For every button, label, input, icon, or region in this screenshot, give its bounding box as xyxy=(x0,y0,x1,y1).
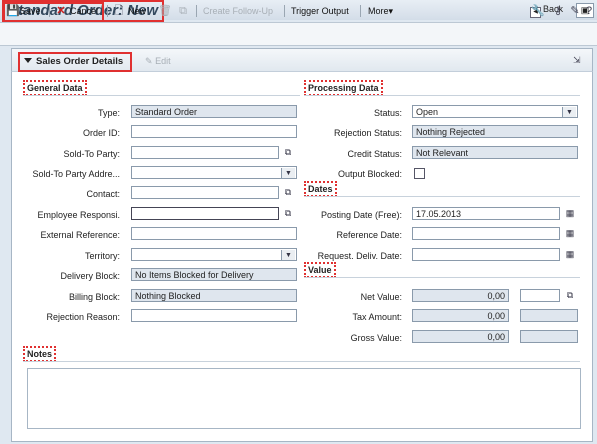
section-divider xyxy=(304,95,580,96)
rejection-reason-label: Rejection Reason: xyxy=(46,312,120,322)
new-button[interactable]: New xyxy=(128,4,146,18)
toolbar-divider xyxy=(284,5,285,17)
credit-status-label: Credit Status: xyxy=(347,149,402,159)
dropdown-arrow-icon: ▼ xyxy=(281,250,295,260)
gross-value-field: 0,00 xyxy=(412,330,509,343)
save-button[interactable]: Save xyxy=(20,4,41,18)
billing-block-label: Billing Block: xyxy=(68,292,120,302)
tax-amount-label: Tax Amount: xyxy=(352,312,402,322)
sold-to-address-label: Sold-To Party Addre... xyxy=(32,169,120,179)
order-id-label: Order ID: xyxy=(82,128,120,138)
toolbar-divider xyxy=(49,5,50,17)
key-icon[interactable]: ⚷ xyxy=(551,4,565,18)
posting-date-input[interactable]: 17.05.2013 xyxy=(412,207,560,220)
status-value: Open xyxy=(416,107,439,117)
sales-order-details-toggle[interactable]: Sales Order Details xyxy=(18,52,132,72)
delete-icon: 🗑 xyxy=(158,5,172,17)
notes-heading: Notes xyxy=(23,346,57,362)
type-field: Standard Order xyxy=(131,105,297,118)
reference-date-label: Reference Date: xyxy=(336,230,402,240)
processing-data-heading: Processing Data xyxy=(304,80,383,96)
output-blocked-label: Output Blocked: xyxy=(337,169,402,179)
toolbar-divider xyxy=(196,5,197,17)
dropdown-arrow-icon: ▼ xyxy=(562,107,576,117)
billing-block-field: Nothing Blocked xyxy=(131,289,297,302)
more-label: More xyxy=(368,6,389,16)
notes-textarea[interactable] xyxy=(27,368,581,429)
net-value-label: Net Value: xyxy=(360,292,402,302)
net-value-field: 0,00 xyxy=(412,289,509,302)
panel-title: Sales Order Details xyxy=(36,56,124,67)
create-follow-up-button[interactable]: Create Follow-Up xyxy=(203,4,273,18)
value-heading: Value xyxy=(304,262,336,278)
currency-input[interactable] xyxy=(520,289,560,302)
edit-label: Edit xyxy=(155,56,171,66)
wrench-icon[interactable]: 🔧 xyxy=(531,4,545,18)
external-reference-input[interactable] xyxy=(131,227,297,240)
toolbar xyxy=(0,22,597,46)
cancel-icon: ✕ xyxy=(56,5,66,17)
section-divider xyxy=(304,277,580,278)
save-icon: 💾 xyxy=(6,5,20,17)
sold-to-party-label: Sold-To Party: xyxy=(63,149,120,159)
edit-button[interactable]: ✎ Edit xyxy=(145,56,171,67)
panel-settings-icon[interactable]: ⇲ xyxy=(573,55,583,65)
pencil-icon[interactable]: ✎ xyxy=(568,4,582,18)
more-button[interactable]: More▾ xyxy=(368,4,393,18)
delivery-block-field: No Items Blocked for Delivery xyxy=(131,268,297,281)
delivery-block-label: Delivery Block: xyxy=(60,271,120,281)
chevron-down-icon: ▾ xyxy=(388,6,394,16)
contact-label: Contact: xyxy=(86,189,120,199)
section-divider xyxy=(304,196,580,197)
value-help-icon[interactable]: ⧉ xyxy=(281,207,295,220)
reference-date-input[interactable] xyxy=(412,227,560,240)
status-select[interactable]: Open ▼ xyxy=(412,105,578,118)
order-id-input[interactable] xyxy=(131,125,297,138)
rejection-reason-input[interactable] xyxy=(131,309,297,322)
calendar-icon[interactable]: ▦ xyxy=(563,248,577,261)
cancel-button[interactable]: Cancel xyxy=(70,4,98,18)
calendar-icon[interactable]: ▦ xyxy=(563,207,577,220)
request-delivery-date-label: Request. Deliv. Date: xyxy=(317,251,402,261)
gross-currency-field xyxy=(520,330,578,343)
toolbar-divider xyxy=(107,5,108,17)
type-label: Type: xyxy=(97,108,120,118)
toolbar-divider xyxy=(360,5,361,17)
general-data-heading: General Data xyxy=(23,80,87,96)
value-help-icon[interactable]: ⧉ xyxy=(563,289,577,302)
edit-icon: ✎ xyxy=(145,56,153,66)
trigger-output-button[interactable]: Trigger Output xyxy=(291,4,349,18)
calendar-icon[interactable]: ▦ xyxy=(563,227,577,240)
section-divider xyxy=(23,361,580,362)
rejection-status-field: Nothing Rejected xyxy=(412,125,578,138)
employee-responsible-input[interactable] xyxy=(131,207,279,220)
territory-label: Territory: xyxy=(84,251,120,261)
employee-responsible-label: Employee Responsi. xyxy=(37,210,120,220)
credit-status-field: Not Relevant xyxy=(412,146,578,159)
output-blocked-checkbox[interactable] xyxy=(414,168,425,179)
territory-select[interactable]: ▼ xyxy=(131,248,297,261)
request-delivery-date-input[interactable] xyxy=(412,248,560,261)
contact-input[interactable] xyxy=(131,186,279,199)
tax-amount-field: 0,00 xyxy=(412,309,509,322)
sold-to-address-select[interactable]: ▼ xyxy=(131,166,297,179)
new-document-icon: 🗋 xyxy=(114,5,124,17)
dropdown-arrow-icon: ▼ xyxy=(281,168,295,178)
dates-heading: Dates xyxy=(304,181,337,197)
external-reference-label: External Reference: xyxy=(40,230,120,240)
tax-currency-field xyxy=(520,309,578,322)
section-divider xyxy=(23,95,300,96)
status-label: Status: xyxy=(373,108,402,118)
posting-date-label: Posting Date (Free): xyxy=(320,210,402,220)
value-help-icon[interactable]: ⧉ xyxy=(281,146,295,159)
sold-to-party-input[interactable] xyxy=(131,146,279,159)
help-icon[interactable]: ? xyxy=(582,4,596,18)
collapse-triangle-icon xyxy=(24,58,32,63)
rejection-status-label: Rejection Status: xyxy=(333,128,402,138)
value-help-icon[interactable]: ⧉ xyxy=(281,186,295,199)
copy-icon: ⧉ xyxy=(179,5,187,17)
gross-value-label: Gross Value: xyxy=(350,333,402,343)
